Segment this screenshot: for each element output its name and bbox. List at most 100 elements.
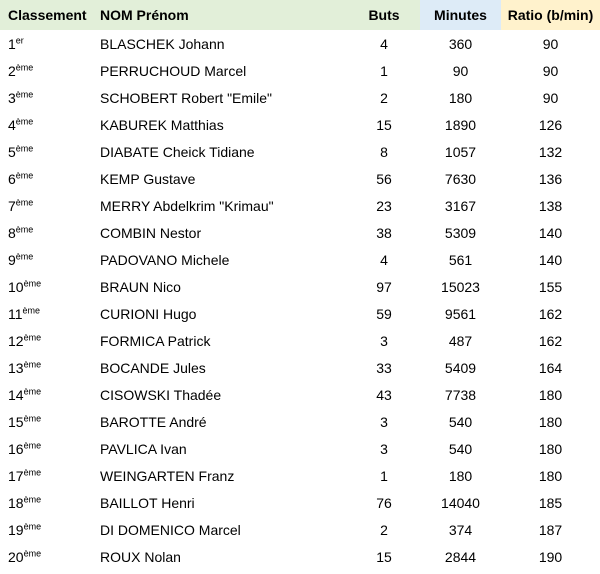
goals-cell[interactable]: 15 bbox=[348, 111, 420, 138]
player-name-cell[interactable]: BAILLOT Henri bbox=[92, 489, 348, 516]
goals-cell[interactable]: 23 bbox=[348, 192, 420, 219]
goals-cell[interactable]: 4 bbox=[348, 30, 420, 57]
goals-cell[interactable]: 59 bbox=[348, 300, 420, 327]
goals-cell[interactable]: 38 bbox=[348, 219, 420, 246]
rank-cell[interactable]: 9ème bbox=[0, 246, 92, 273]
player-name-cell[interactable]: KEMP Gustave bbox=[92, 165, 348, 192]
minutes-cell[interactable]: 7738 bbox=[420, 381, 501, 408]
rank-cell[interactable]: 16ème bbox=[0, 435, 92, 462]
ratio-cell[interactable]: 180 bbox=[501, 435, 600, 462]
minutes-cell[interactable]: 540 bbox=[420, 408, 501, 435]
header-goals[interactable]: Buts bbox=[348, 0, 420, 30]
player-name-cell[interactable]: ROUX Nolan bbox=[92, 543, 348, 570]
minutes-cell[interactable]: 180 bbox=[420, 462, 501, 489]
minutes-cell[interactable]: 360 bbox=[420, 30, 501, 57]
rank-cell[interactable]: 18ème bbox=[0, 489, 92, 516]
goals-cell[interactable]: 43 bbox=[348, 381, 420, 408]
minutes-cell[interactable]: 14040 bbox=[420, 489, 501, 516]
minutes-cell[interactable]: 561 bbox=[420, 246, 501, 273]
player-name-cell[interactable]: BRAUN Nico bbox=[92, 273, 348, 300]
player-name-cell[interactable]: BOCANDE Jules bbox=[92, 354, 348, 381]
ratio-cell[interactable]: 190 bbox=[501, 543, 600, 570]
goals-cell[interactable]: 2 bbox=[348, 84, 420, 111]
rank-cell[interactable]: 6ème bbox=[0, 165, 92, 192]
ratio-cell[interactable]: 162 bbox=[501, 327, 600, 354]
goals-cell[interactable]: 1 bbox=[348, 57, 420, 84]
ratio-cell[interactable]: 126 bbox=[501, 111, 600, 138]
player-name-cell[interactable]: DIABATE Cheick Tidiane bbox=[92, 138, 348, 165]
goals-cell[interactable]: 1 bbox=[348, 462, 420, 489]
ratio-cell[interactable]: 90 bbox=[501, 57, 600, 84]
rank-cell[interactable]: 19ème bbox=[0, 516, 92, 543]
rank-cell[interactable]: 8ème bbox=[0, 219, 92, 246]
rank-cell[interactable]: 15ème bbox=[0, 408, 92, 435]
rank-cell[interactable]: 17ème bbox=[0, 462, 92, 489]
goals-cell[interactable]: 76 bbox=[348, 489, 420, 516]
minutes-cell[interactable]: 15023 bbox=[420, 273, 501, 300]
goals-cell[interactable]: 56 bbox=[348, 165, 420, 192]
ratio-cell[interactable]: 185 bbox=[501, 489, 600, 516]
minutes-cell[interactable]: 5309 bbox=[420, 219, 501, 246]
player-name-cell[interactable]: PAVLICA Ivan bbox=[92, 435, 348, 462]
player-name-cell[interactable]: FORMICA Patrick bbox=[92, 327, 348, 354]
header-rank[interactable]: Classement bbox=[0, 0, 92, 30]
ratio-cell[interactable]: 138 bbox=[501, 192, 600, 219]
ratio-cell[interactable]: 180 bbox=[501, 408, 600, 435]
goals-cell[interactable]: 3 bbox=[348, 408, 420, 435]
rank-cell[interactable]: 3ème bbox=[0, 84, 92, 111]
goals-cell[interactable]: 2 bbox=[348, 516, 420, 543]
goals-cell[interactable]: 97 bbox=[348, 273, 420, 300]
minutes-cell[interactable]: 9561 bbox=[420, 300, 501, 327]
rank-cell[interactable]: 2ème bbox=[0, 57, 92, 84]
ratio-cell[interactable]: 136 bbox=[501, 165, 600, 192]
player-name-cell[interactable]: BAROTTE André bbox=[92, 408, 348, 435]
minutes-cell[interactable]: 2844 bbox=[420, 543, 501, 570]
player-name-cell[interactable]: DI DOMENICO Marcel bbox=[92, 516, 348, 543]
rank-cell[interactable]: 12ème bbox=[0, 327, 92, 354]
ratio-cell[interactable]: 162 bbox=[501, 300, 600, 327]
rank-cell[interactable]: 1er bbox=[0, 30, 92, 57]
ratio-cell[interactable]: 155 bbox=[501, 273, 600, 300]
player-name-cell[interactable]: SCHOBERT Robert "Emile" bbox=[92, 84, 348, 111]
ratio-cell[interactable]: 90 bbox=[501, 84, 600, 111]
ratio-cell[interactable]: 187 bbox=[501, 516, 600, 543]
goals-cell[interactable]: 8 bbox=[348, 138, 420, 165]
rank-cell[interactable]: 10ème bbox=[0, 273, 92, 300]
goals-cell[interactable]: 33 bbox=[348, 354, 420, 381]
ratio-cell[interactable]: 180 bbox=[501, 381, 600, 408]
player-name-cell[interactable]: BLASCHEK Johann bbox=[92, 30, 348, 57]
header-name[interactable]: NOM Prénom bbox=[92, 0, 348, 30]
rank-cell[interactable]: 20ème bbox=[0, 543, 92, 570]
ratio-cell[interactable]: 164 bbox=[501, 354, 600, 381]
header-ratio[interactable]: Ratio (b/min) bbox=[501, 0, 600, 30]
header-minutes[interactable]: Minutes bbox=[420, 0, 501, 30]
minutes-cell[interactable]: 374 bbox=[420, 516, 501, 543]
player-name-cell[interactable]: PADOVANO Michele bbox=[92, 246, 348, 273]
player-name-cell[interactable]: WEINGARTEN Franz bbox=[92, 462, 348, 489]
minutes-cell[interactable]: 180 bbox=[420, 84, 501, 111]
goals-cell[interactable]: 15 bbox=[348, 543, 420, 570]
minutes-cell[interactable]: 7630 bbox=[420, 165, 501, 192]
player-name-cell[interactable]: CISOWSKI Thadée bbox=[92, 381, 348, 408]
player-name-cell[interactable]: PERRUCHOUD Marcel bbox=[92, 57, 348, 84]
rank-cell[interactable]: 7ème bbox=[0, 192, 92, 219]
ratio-cell[interactable]: 140 bbox=[501, 246, 600, 273]
minutes-cell[interactable]: 540 bbox=[420, 435, 501, 462]
player-name-cell[interactable]: COMBIN Nestor bbox=[92, 219, 348, 246]
minutes-cell[interactable]: 1057 bbox=[420, 138, 501, 165]
goals-cell[interactable]: 4 bbox=[348, 246, 420, 273]
ratio-cell[interactable]: 132 bbox=[501, 138, 600, 165]
player-name-cell[interactable]: CURIONI Hugo bbox=[92, 300, 348, 327]
rank-cell[interactable]: 14ème bbox=[0, 381, 92, 408]
ratio-cell[interactable]: 90 bbox=[501, 30, 600, 57]
rank-cell[interactable]: 5ème bbox=[0, 138, 92, 165]
ratio-cell[interactable]: 180 bbox=[501, 462, 600, 489]
minutes-cell[interactable]: 90 bbox=[420, 57, 501, 84]
rank-cell[interactable]: 4ème bbox=[0, 111, 92, 138]
minutes-cell[interactable]: 5409 bbox=[420, 354, 501, 381]
minutes-cell[interactable]: 487 bbox=[420, 327, 501, 354]
goals-cell[interactable]: 3 bbox=[348, 327, 420, 354]
rank-cell[interactable]: 13ème bbox=[0, 354, 92, 381]
rank-cell[interactable]: 11ème bbox=[0, 300, 92, 327]
minutes-cell[interactable]: 1890 bbox=[420, 111, 501, 138]
